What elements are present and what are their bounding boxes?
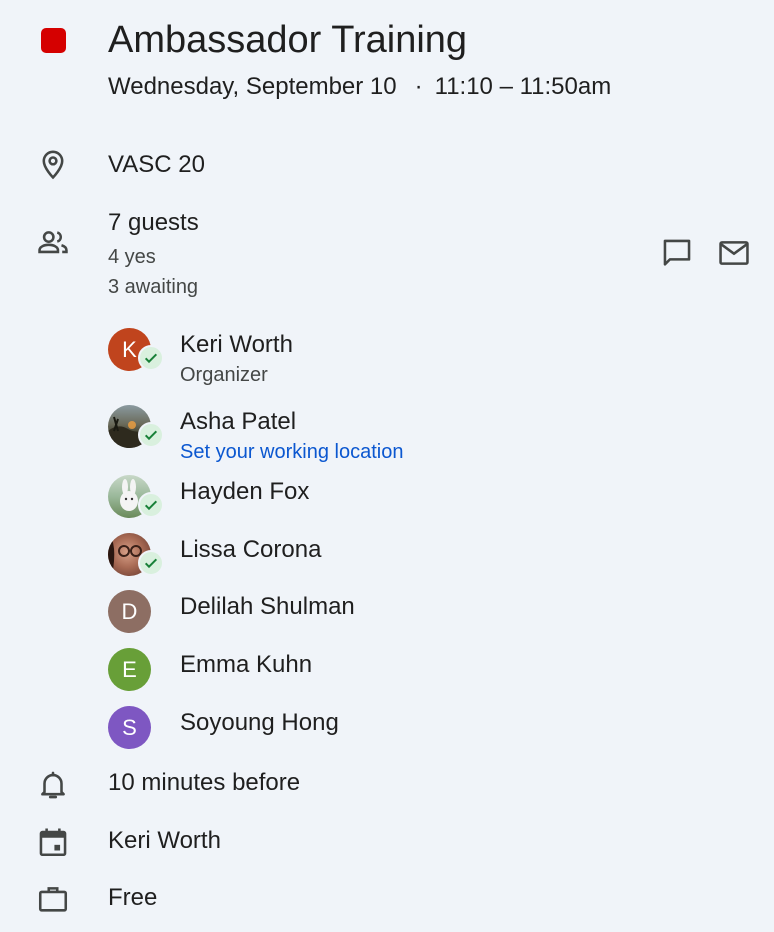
avatar: S xyxy=(108,706,151,749)
guest-name: Keri Worth xyxy=(180,331,293,358)
guest-item[interactable]: K Keri Worth Organizer xyxy=(108,328,708,386)
guest-name: Lissa Corona xyxy=(180,536,322,563)
event-title: Ambassador Training xyxy=(108,19,468,61)
availability-status: Free xyxy=(108,884,158,911)
location-pin-icon xyxy=(36,147,70,181)
guest-name: Emma Kuhn xyxy=(180,651,313,678)
guest-item[interactable]: S Soyoung Hong xyxy=(108,706,708,752)
set-working-location-link[interactable]: Set your working location xyxy=(180,439,403,465)
guest-count: 7 guests xyxy=(108,209,199,236)
guest-name: Asha Patel xyxy=(180,408,297,435)
event-date: Wednesday, September 10 xyxy=(108,73,397,100)
event-datetime: Wednesday, September 10 · 11:10 – 11:50am xyxy=(108,71,611,103)
guest-role: Organizer xyxy=(180,364,268,386)
avatar: E xyxy=(108,648,151,691)
event-location: VASC 20 xyxy=(108,151,205,178)
guest-name: Soyoung Hong xyxy=(180,709,339,736)
bell-icon xyxy=(36,768,70,802)
guest-name: Hayden Fox xyxy=(180,478,310,505)
calendar-owner: Keri Worth xyxy=(108,827,221,854)
calendar-icon xyxy=(36,825,70,859)
guest-yes-count: 4 yes xyxy=(108,246,156,268)
event-color-indicator xyxy=(41,28,66,53)
guest-item[interactable]: D Delilah Shulman xyxy=(108,590,708,636)
chat-icon xyxy=(660,236,694,270)
email-guests-button[interactable] xyxy=(714,233,754,273)
event-time: 11:10 – 11:50am xyxy=(434,73,612,100)
mail-icon xyxy=(717,236,751,270)
avatar: D xyxy=(108,590,151,633)
briefcase-icon xyxy=(36,882,70,916)
guest-item[interactable]: E Emma Kuhn xyxy=(108,648,708,694)
reminder-text: 10 minutes before xyxy=(108,769,301,796)
accepted-check-icon xyxy=(138,550,164,576)
guest-name: Delilah Shulman xyxy=(180,593,355,620)
datetime-separator: · xyxy=(414,73,423,100)
chat-guests-button[interactable] xyxy=(657,233,697,273)
guest-item[interactable]: Asha Patel Set your working location xyxy=(108,405,708,463)
accepted-check-icon xyxy=(138,345,164,371)
accepted-check-icon xyxy=(138,422,164,448)
accepted-check-icon xyxy=(138,492,164,518)
people-icon xyxy=(36,225,70,259)
guest-item[interactable]: Lissa Corona xyxy=(108,533,708,579)
guest-awaiting-count: 3 awaiting xyxy=(108,276,199,298)
guest-item[interactable]: Hayden Fox xyxy=(108,475,708,521)
